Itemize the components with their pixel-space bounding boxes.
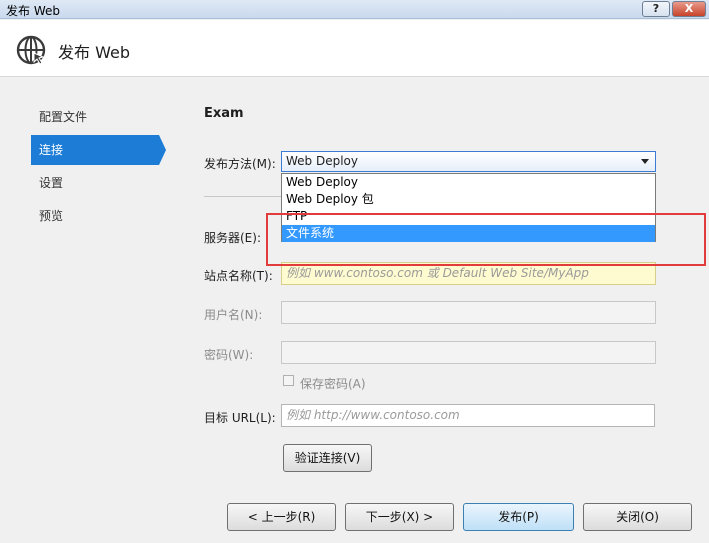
page-title: 发布 Web bbox=[58, 43, 130, 62]
publish-method-value: Web Deploy bbox=[286, 154, 358, 168]
site-name-label: 站点名称(T): bbox=[204, 269, 273, 283]
profile-name: Exam bbox=[204, 106, 244, 121]
chevron-down-icon[interactable] bbox=[641, 159, 649, 164]
close-window-button[interactable]: X bbox=[672, 1, 706, 17]
publish-method-label: 发布方法(M): bbox=[204, 157, 276, 171]
previous-button[interactable]: < 上一步(R) bbox=[227, 503, 336, 531]
sidebar-item-preview[interactable]: 预览 bbox=[31, 201, 159, 231]
publish-button[interactable]: 发布(P) bbox=[463, 503, 574, 531]
password-label: 密码(W): bbox=[204, 348, 254, 362]
save-password-label: 保存密码(A) bbox=[300, 377, 366, 391]
help-button[interactable]: ? bbox=[642, 1, 670, 17]
target-url-input[interactable]: 例如 http://www.contoso.com bbox=[281, 404, 655, 427]
active-nav-arrow bbox=[159, 135, 166, 165]
validate-connection-button[interactable]: 验证连接(V) bbox=[283, 444, 372, 472]
password-input[interactable] bbox=[281, 341, 656, 364]
sidebar-item-settings[interactable]: 设置 bbox=[31, 168, 159, 198]
divider bbox=[204, 196, 282, 197]
option-web-deploy-package[interactable]: Web Deploy 包 bbox=[282, 191, 655, 208]
save-password-checkbox[interactable] bbox=[283, 375, 294, 386]
server-label: 服务器(E): bbox=[204, 231, 261, 245]
option-ftp[interactable]: FTP bbox=[282, 208, 655, 225]
window-title: 发布 Web bbox=[6, 4, 60, 18]
option-file-system[interactable]: 文件系统 bbox=[282, 225, 655, 242]
sidebar-item-connection[interactable]: 连接 bbox=[31, 135, 159, 165]
publish-method-select[interactable]: Web Deploy bbox=[281, 151, 656, 172]
sidebar-item-profile[interactable]: 配置文件 bbox=[31, 102, 159, 132]
target-url-label: 目标 URL(L): bbox=[204, 411, 276, 425]
close-button[interactable]: 关闭(O) bbox=[583, 503, 692, 531]
title-bar: 发布 Web ? X bbox=[0, 0, 709, 19]
next-button[interactable]: 下一步(X) > bbox=[345, 503, 454, 531]
username-label: 用户名(N): bbox=[204, 308, 263, 322]
site-name-input[interactable]: 例如 www.contoso.com 或 Default Web Site/My… bbox=[281, 262, 656, 285]
globe-icon bbox=[16, 35, 46, 65]
option-web-deploy[interactable]: Web Deploy bbox=[282, 174, 655, 191]
publish-method-dropdown: Web Deploy Web Deploy 包 FTP 文件系统 bbox=[281, 173, 656, 242]
username-input[interactable] bbox=[281, 301, 656, 324]
dialog-header: 发布 Web bbox=[0, 20, 709, 77]
